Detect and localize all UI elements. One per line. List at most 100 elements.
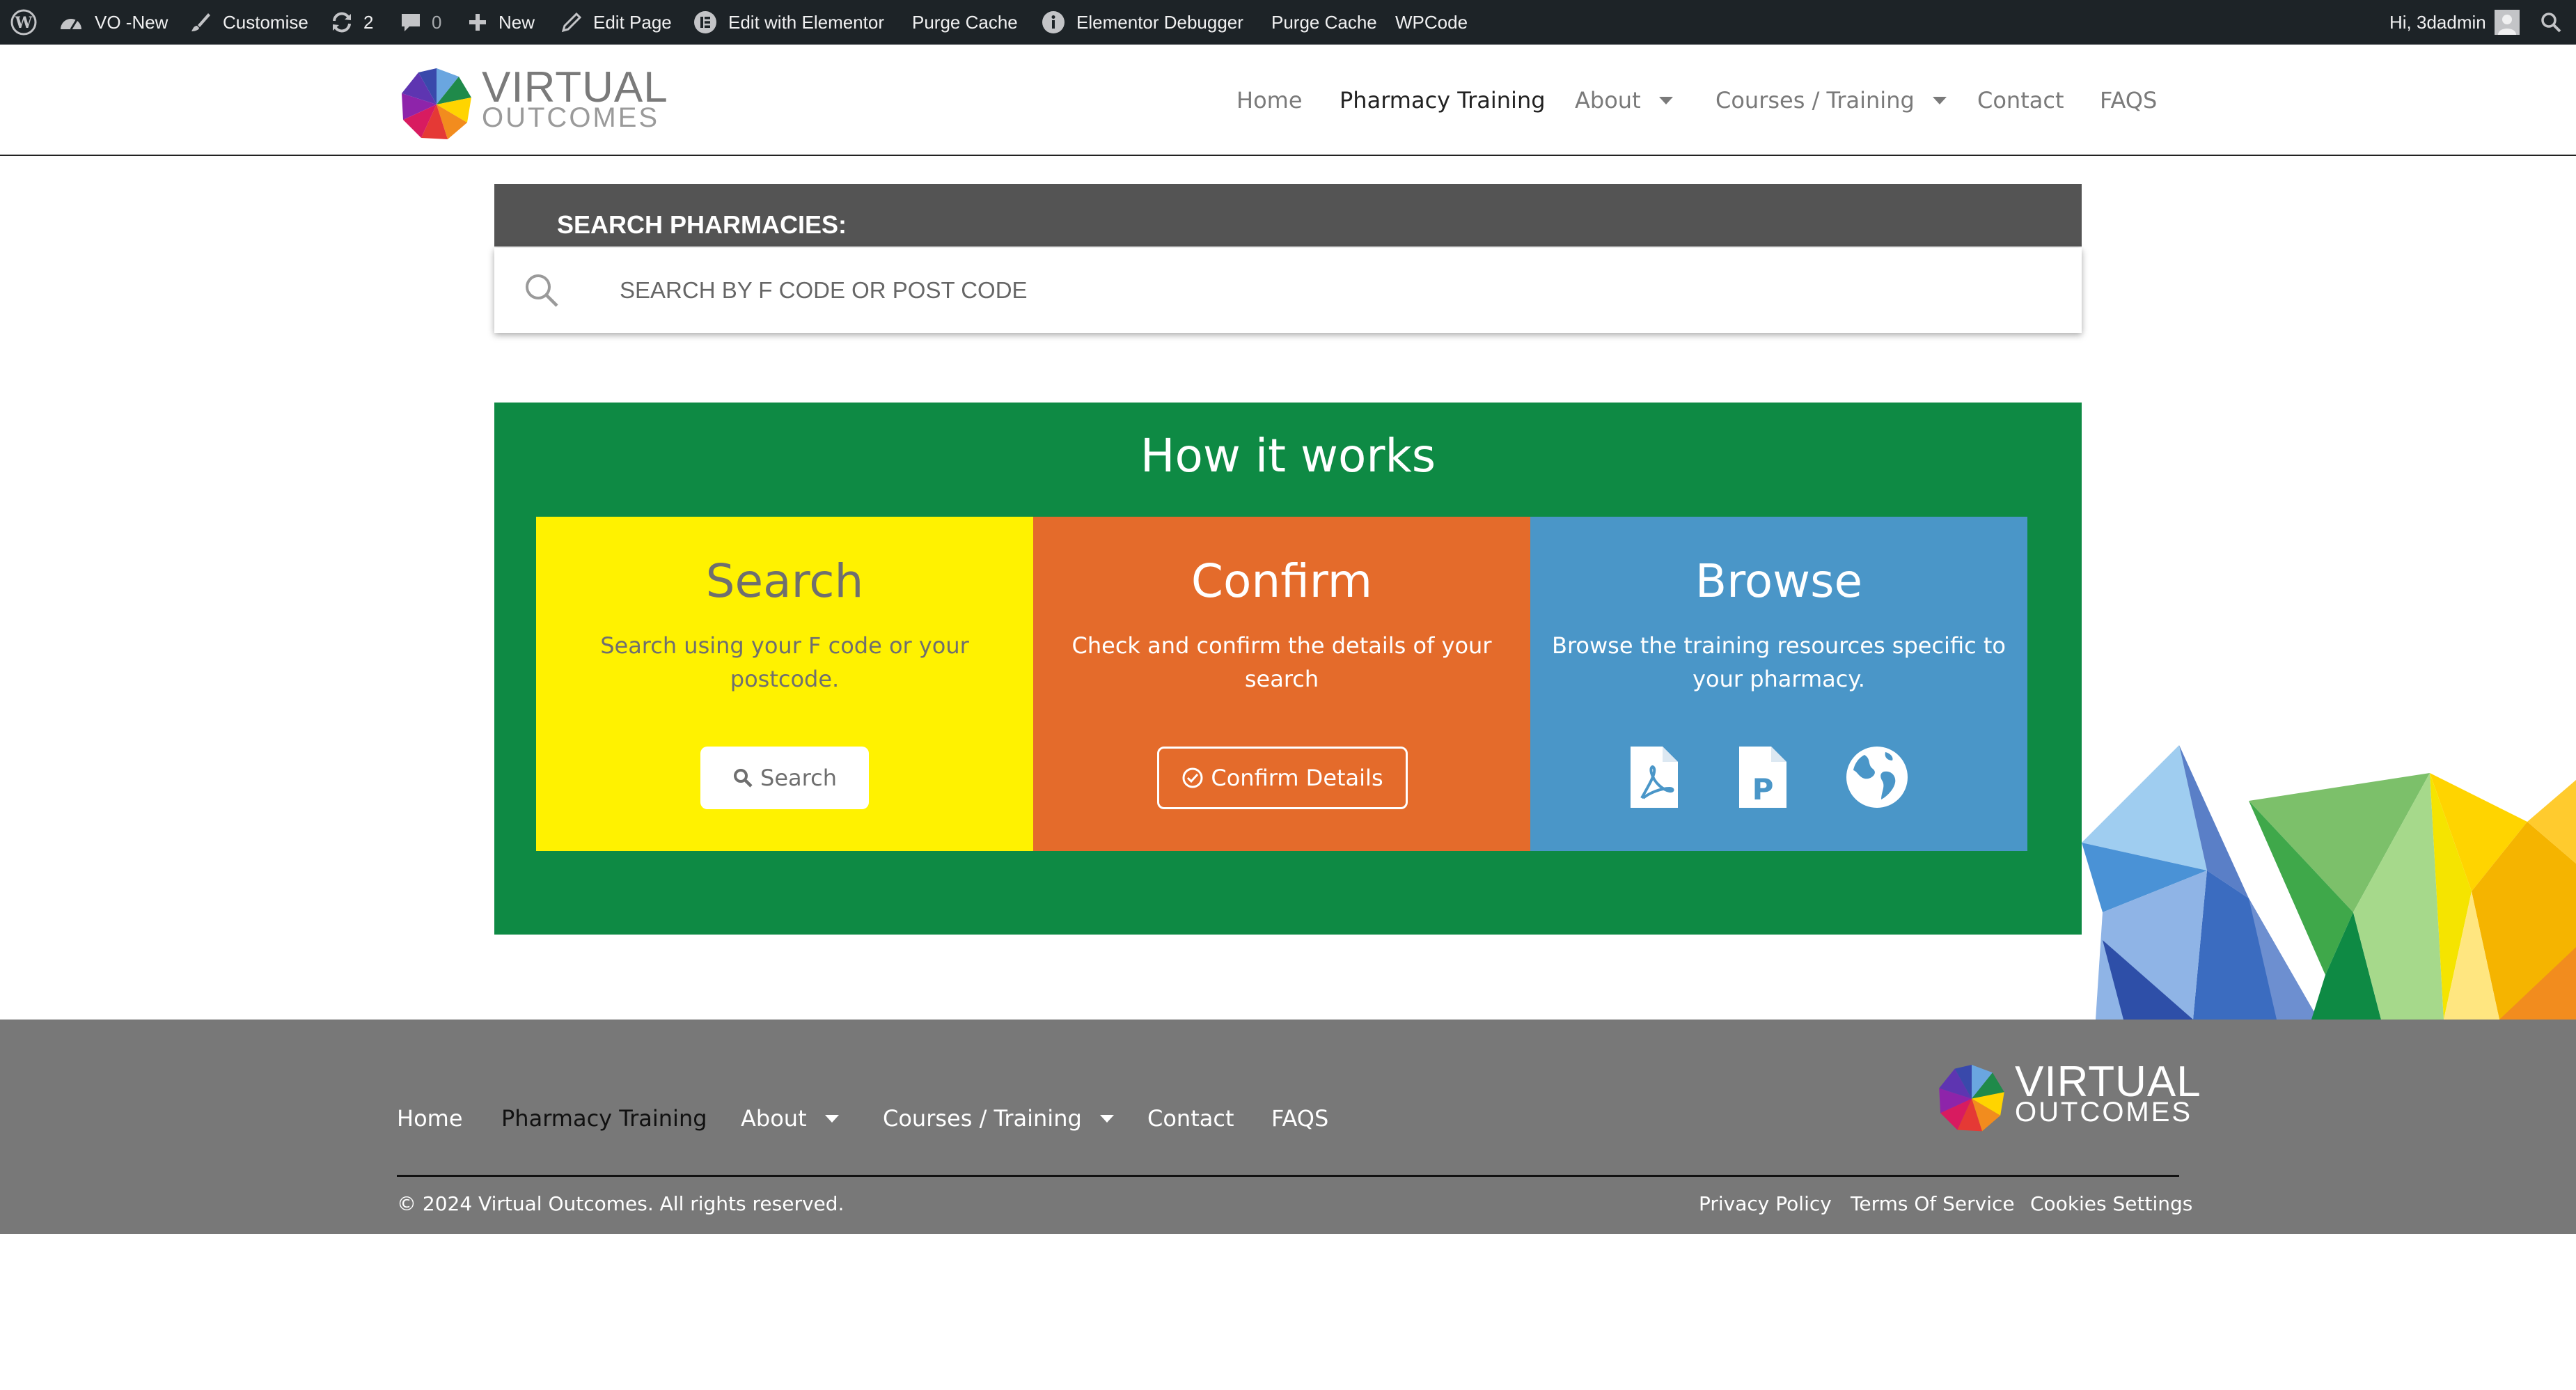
footer-nav-contact-label: Contact: [1147, 1105, 1234, 1132]
search-pharmacies-heading: SEARCH PHARMACIES:: [494, 184, 2082, 247]
logo-wordmark-top: VIRTUAL: [482, 63, 668, 111]
wpcode-link[interactable]: WPCode: [1395, 0, 1468, 45]
search-button[interactable]: Search: [700, 747, 869, 809]
powerpoint-icon[interactable]: P: [1736, 744, 1789, 811]
terms-of-service-link[interactable]: Terms Of Service: [1851, 1192, 2015, 1215]
cookies-settings-link[interactable]: Cookies Settings: [2030, 1192, 2192, 1215]
copyright-text: © 2024 Virtual Outcomes. All rights rese…: [397, 1192, 845, 1215]
how-it-works-title: How it works: [1140, 429, 1436, 483]
nav-pharmacy-training[interactable]: Pharmacy Training: [1340, 45, 1546, 156]
search-button-label: Search: [760, 765, 837, 791]
confirm-step-card: Confirm Check and confirm the details of…: [1033, 517, 1530, 851]
chevron-down-icon: [1932, 96, 1947, 104]
elementor-debugger-label: Elementor Debugger: [1076, 11, 1243, 33]
comments-count: 0: [432, 11, 442, 33]
edit-with-elementor-link[interactable]: Edit with Elementor: [693, 0, 884, 45]
admin-search-icon[interactable]: [2540, 0, 2562, 45]
plus-icon: [469, 14, 486, 31]
customise-link[interactable]: Customise: [189, 0, 308, 45]
logo-wordmark-bottom: OUTCOMES: [482, 102, 660, 133]
comments-link[interactable]: 0: [400, 0, 441, 45]
chevron-down-icon: [1099, 1114, 1114, 1123]
confirm-step-text: Check and confirm the details of your se…: [1071, 632, 1492, 692]
purge-cache-link-2[interactable]: Purge Cache: [1271, 0, 1377, 45]
comment-icon: [402, 14, 420, 31]
chevron-down-icon: [824, 1114, 839, 1123]
footer-nav-courses-training[interactable]: Courses / Training: [883, 1098, 1114, 1139]
footer-logo-wordmark-top: VIRTUAL: [2015, 1058, 2201, 1106]
logo-gem-icon: [1939, 1064, 2004, 1132]
customise-label: Customise: [223, 11, 308, 33]
footer-logo-wordmark-bottom: OUTCOMES: [2015, 1097, 2193, 1127]
updates-icon: [333, 12, 351, 33]
browse-step-card: Browse Browse the training resources spe…: [1530, 517, 2027, 851]
nav-courses-label: Courses / Training: [1715, 87, 1915, 114]
edit-page-label: Edit Page: [593, 11, 672, 33]
footer-nav-faqs-label: FAQS: [1271, 1105, 1329, 1132]
nav-about[interactable]: About: [1575, 45, 1673, 156]
dashboard-icon: [61, 19, 81, 30]
site-logo[interactable]: VIRTUAL OUTCOMES: [398, 57, 668, 143]
pdf-icon[interactable]: [1628, 744, 1681, 811]
site-header: VIRTUAL OUTCOMES Home Pharmacy Training …: [0, 45, 2576, 156]
nav-contact-label: Contact: [1977, 87, 2064, 114]
browse-step-title: Browse: [1695, 554, 1863, 608]
updates-link[interactable]: 2: [330, 0, 373, 45]
new-content-menu[interactable]: New: [468, 0, 535, 45]
chevron-down-icon: [1658, 96, 1673, 104]
search-icon: [734, 769, 753, 788]
check-circle-icon: [1182, 767, 1203, 788]
new-label: New: [498, 11, 535, 33]
search-step-text: Search using your F code or your postcod…: [600, 632, 969, 692]
site-name-menu[interactable]: VO -New: [58, 0, 168, 45]
footer-logo[interactable]: VIRTUAL OUTCOMES: [1935, 1054, 2201, 1135]
pencil-icon: [561, 12, 582, 33]
wpcode-label: WPCode: [1395, 11, 1468, 33]
site-name-label: VO -New: [95, 11, 168, 33]
logo-gem-icon: [402, 68, 471, 139]
search-step-title: Search: [705, 554, 864, 608]
purge-cache-label-2: Purge Cache: [1271, 11, 1377, 33]
footer-nav-contact[interactable]: Contact: [1147, 1098, 1234, 1139]
search-icon: [526, 274, 558, 307]
footer-nav-about[interactable]: About: [741, 1098, 839, 1139]
footer-divider: [397, 1175, 2179, 1177]
footer-nav-home[interactable]: Home: [397, 1098, 463, 1139]
footer-nav-about-label: About: [741, 1105, 807, 1132]
avatar: [2494, 10, 2520, 35]
nav-faqs[interactable]: FAQS: [2100, 45, 2157, 156]
purge-cache-link-1[interactable]: Purge Cache: [912, 0, 1018, 45]
decorative-gem-graphic: [2082, 745, 2576, 1020]
confirm-details-label: Confirm Details: [1211, 765, 1383, 791]
admin-bar: W VO -New Customise 2 0 New Edit Page Ed…: [0, 0, 2576, 45]
globe-icon[interactable]: [1844, 744, 1910, 811]
updates-count: 2: [363, 11, 374, 33]
search-box: [494, 248, 2082, 333]
svg-text:W: W: [15, 14, 33, 32]
info-icon: [1042, 11, 1065, 33]
edit-page-link[interactable]: Edit Page: [561, 0, 672, 45]
footer-nav-pharmacy-training[interactable]: Pharmacy Training: [501, 1098, 707, 1139]
nav-home[interactable]: Home: [1236, 45, 1303, 156]
wordpress-logo-icon[interactable]: W: [10, 0, 38, 45]
edit-with-elementor-label: Edit with Elementor: [728, 11, 884, 33]
site-footer: Home Pharmacy Training About Courses / T…: [0, 1020, 2576, 1234]
brush-icon: [191, 13, 210, 31]
footer-nav-home-label: Home: [397, 1105, 463, 1132]
elementor-debugger-link[interactable]: Elementor Debugger: [1042, 0, 1243, 45]
confirm-details-button[interactable]: Confirm Details: [1157, 747, 1408, 809]
footer-nav-courses-label: Courses / Training: [883, 1105, 1082, 1132]
purge-cache-label-1: Purge Cache: [912, 11, 1018, 33]
search-step-card: Search Search using your F code or your …: [536, 517, 1033, 851]
browse-step-text: Browse the training resources specific t…: [1552, 632, 2006, 692]
greeting-label: Hi, 3dadmin: [2389, 11, 2486, 33]
pharmacy-search-input[interactable]: [620, 277, 1942, 304]
nav-faqs-label: FAQS: [2100, 87, 2158, 114]
nav-contact[interactable]: Contact: [1977, 45, 2064, 156]
account-menu[interactable]: Hi, 3dadmin: [2389, 0, 2520, 45]
footer-nav-pharmacy-training-label: Pharmacy Training: [501, 1105, 707, 1132]
elementor-icon: [694, 11, 716, 33]
footer-nav-faqs[interactable]: FAQS: [1271, 1098, 1328, 1139]
nav-courses-training[interactable]: Courses / Training: [1715, 45, 1947, 156]
privacy-policy-link[interactable]: Privacy Policy: [1699, 1192, 1832, 1215]
